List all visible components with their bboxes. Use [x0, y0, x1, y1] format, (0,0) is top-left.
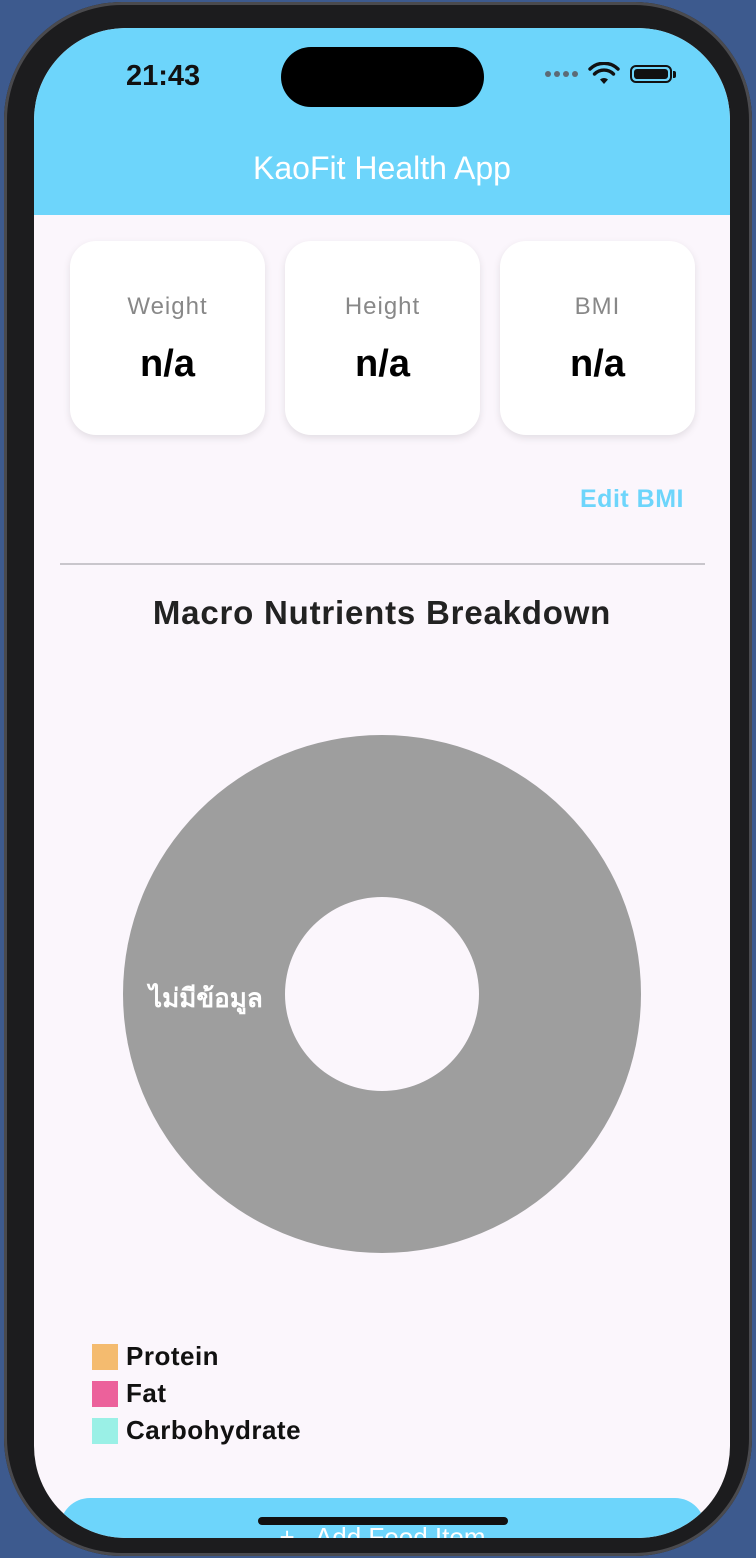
- app-header: 21:43 KaoFit Health App: [34, 28, 730, 215]
- weight-label: Weight: [127, 293, 208, 320]
- status-time: 21:43: [126, 60, 201, 92]
- fat-swatch: [92, 1380, 118, 1407]
- macro-legend: Protein Fat Carbohydrate: [92, 1338, 301, 1449]
- cellular-signal-icon: [545, 71, 578, 77]
- legend-label-protein: Protein: [126, 1341, 220, 1371]
- app-screen: 21:43 KaoFit Health App Weight n/a Heigh…: [34, 28, 730, 1538]
- status-icons: [545, 62, 676, 86]
- section-divider: [60, 563, 705, 565]
- weight-card: Weight n/a: [70, 241, 265, 435]
- bmi-label: BMI: [574, 293, 621, 320]
- dynamic-island: [281, 47, 484, 107]
- macro-section-title: Macro Nutrients Breakdown: [152, 594, 612, 631]
- weight-value: n/a: [140, 343, 195, 385]
- height-value: n/a: [355, 343, 410, 385]
- legend-item-carbohydrate: Carbohydrate: [92, 1412, 301, 1449]
- bmi-card: BMI n/a: [500, 241, 695, 435]
- height-label: Height: [344, 293, 421, 320]
- protein-swatch: [92, 1343, 118, 1370]
- legend-item-protein: Protein: [92, 1338, 301, 1375]
- height-card: Height n/a: [285, 241, 480, 435]
- battery-icon: [630, 65, 676, 83]
- app-title: KaoFit Health App: [253, 150, 511, 186]
- carbohydrate-swatch: [92, 1417, 118, 1444]
- legend-label-carbohydrate: Carbohydrate: [126, 1415, 302, 1445]
- device-frame: 21:43 KaoFit Health App Weight n/a Heigh…: [4, 2, 752, 1556]
- edit-bmi-button[interactable]: Edit BMI: [580, 485, 684, 514]
- bmi-value: n/a: [570, 343, 625, 385]
- legend-item-fat: Fat: [92, 1375, 301, 1412]
- wifi-icon: [588, 62, 620, 84]
- home-indicator: [258, 1517, 508, 1525]
- no-data-slice-label: ไม่มีข้อมูล: [149, 984, 263, 1014]
- legend-label-fat: Fat: [126, 1378, 167, 1408]
